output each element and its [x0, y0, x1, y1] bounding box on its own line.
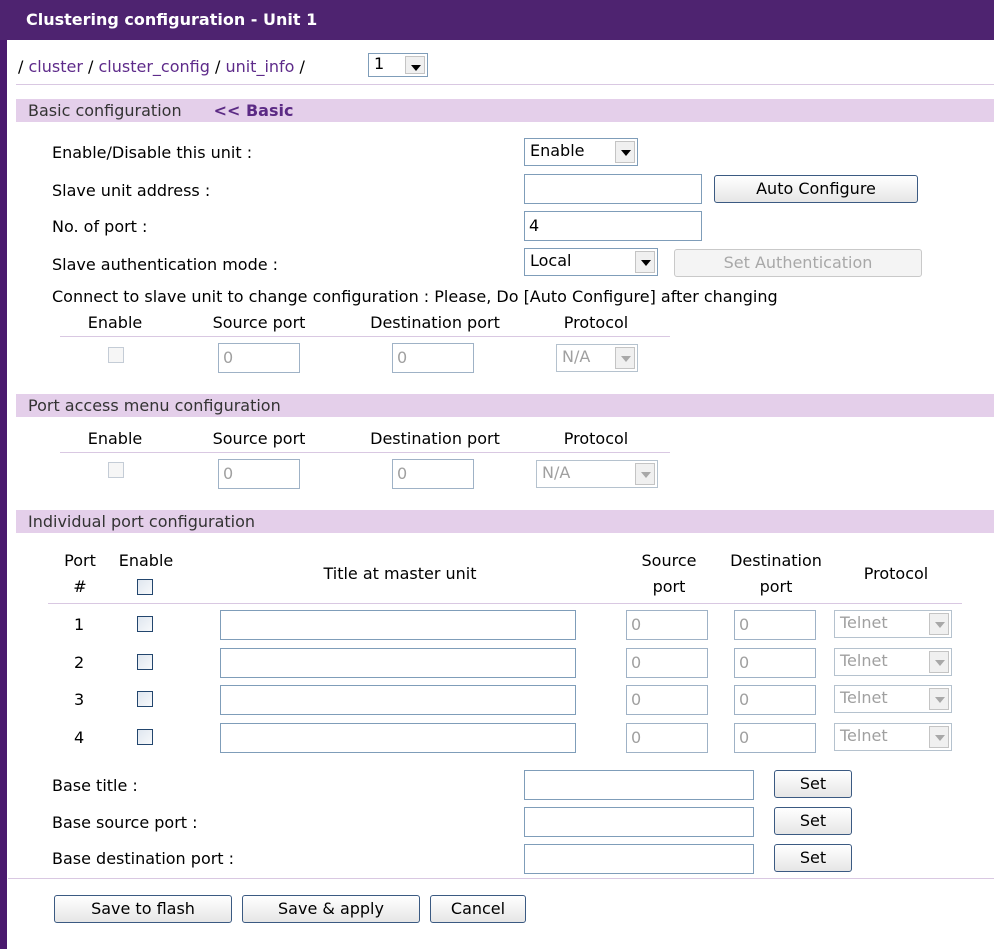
port-protocol-select[interactable]: Telnet: [834, 685, 952, 713]
chevron-down-icon: [929, 651, 949, 673]
set-authentication-button[interactable]: Set Authentication: [674, 249, 922, 277]
divider: [16, 84, 994, 85]
port-protocol-select[interactable]: Telnet: [834, 610, 952, 638]
col-destination-port: Destination port: [370, 313, 500, 332]
col-source-port: port: [652, 577, 686, 596]
port-destination-input[interactable]: 0: [734, 723, 816, 753]
section-port-access-menu: Port access menu configuration: [16, 394, 994, 417]
slave-address-label: Slave unit address :: [52, 181, 211, 200]
divider: [48, 603, 962, 604]
col-enable: Enable: [118, 551, 174, 570]
auto-configure-button[interactable]: Auto Configure: [714, 175, 918, 203]
auth-mode-label: Slave authentication mode :: [52, 255, 279, 274]
enable-unit-label: Enable/Disable this unit :: [52, 143, 253, 162]
base-destination-port-input[interactable]: [524, 844, 754, 874]
chevron-down-icon: [615, 347, 635, 369]
port-protocol-select[interactable]: Telnet: [834, 723, 952, 751]
chevron-down-icon: [615, 141, 635, 163]
chevron-down-icon: [405, 56, 425, 74]
connect-note: Connect to slave unit to change configur…: [52, 287, 778, 306]
section-basic-configuration: Basic configuration << Basic: [16, 99, 994, 122]
col-source: Source: [641, 551, 697, 570]
save-and-apply-button[interactable]: Save & apply: [242, 895, 420, 923]
col-protocol: Protocol: [563, 429, 629, 448]
chevron-down-icon: [929, 613, 949, 635]
chevron-down-icon: [929, 726, 949, 748]
col-destination-port: port: [759, 577, 793, 596]
port-source-input[interactable]: 0: [626, 648, 708, 678]
chevron-down-icon: [635, 251, 655, 273]
breadcrumb-unit-info[interactable]: unit_info: [225, 57, 294, 76]
col-destination: Destination: [730, 551, 822, 570]
port-source-input[interactable]: 0: [626, 685, 708, 715]
access-enable-checkbox[interactable]: [108, 462, 124, 478]
base-source-port-set-button[interactable]: Set: [774, 807, 852, 835]
port-number: 3: [74, 690, 85, 709]
port-source-input[interactable]: 0: [626, 723, 708, 753]
access-destination-port-input[interactable]: 0: [392, 459, 474, 489]
enable-all-checkbox[interactable]: [137, 579, 153, 595]
access-source-port-input[interactable]: 0: [218, 459, 300, 489]
save-to-flash-button[interactable]: Save to flash: [54, 895, 232, 923]
col-protocol: Protocol: [863, 564, 929, 583]
page-title: Clustering configuration - Unit 1: [0, 0, 994, 40]
port-protocol-select[interactable]: Telnet: [834, 648, 952, 676]
col-title-at-master: Title at master unit: [323, 564, 477, 583]
base-title-label: Base title :: [52, 776, 138, 795]
enable-unit-select[interactable]: Enable: [524, 138, 638, 166]
base-destination-port-set-button[interactable]: Set: [774, 844, 852, 872]
col-source-port: Source port: [212, 429, 306, 448]
auth-mode-select[interactable]: Local: [524, 248, 658, 276]
port-number: 1: [74, 615, 85, 634]
col-protocol: Protocol: [563, 313, 629, 332]
base-destination-port-label: Base destination port :: [52, 849, 235, 868]
divider: [60, 336, 670, 337]
slave-address-input[interactable]: [524, 174, 702, 204]
chevron-down-icon: [635, 463, 655, 485]
section-individual-port: Individual port configuration: [16, 510, 994, 533]
connect-enable-checkbox[interactable]: [108, 347, 124, 363]
port-title-input[interactable]: [220, 610, 576, 640]
port-destination-input[interactable]: 0: [734, 685, 816, 715]
connect-destination-port-input[interactable]: 0: [392, 343, 474, 373]
port-number: 2: [74, 653, 85, 672]
port-count-label: No. of port :: [52, 217, 148, 236]
port-count-input[interactable]: 4: [524, 211, 702, 241]
col-enable: Enable: [87, 429, 143, 448]
port-source-input[interactable]: 0: [626, 610, 708, 640]
base-title-input[interactable]: [524, 770, 754, 800]
base-title-set-button[interactable]: Set: [774, 770, 852, 798]
breadcrumb-cluster-config[interactable]: cluster_config: [98, 57, 209, 76]
port-title-input[interactable]: [220, 723, 576, 753]
unit-select[interactable]: 1: [368, 53, 428, 77]
col-enable: Enable: [87, 313, 143, 332]
col-source-port: Source port: [212, 313, 306, 332]
breadcrumb-cluster[interactable]: cluster: [28, 57, 82, 76]
cancel-button[interactable]: Cancel: [430, 895, 526, 923]
port-title-input[interactable]: [220, 685, 576, 715]
col-destination-port: Destination port: [370, 429, 500, 448]
port-destination-input[interactable]: 0: [734, 648, 816, 678]
base-source-port-label: Base source port :: [52, 813, 198, 832]
port-enable-checkbox[interactable]: [137, 729, 153, 745]
port-destination-input[interactable]: 0: [734, 610, 816, 640]
port-enable-checkbox[interactable]: [137, 654, 153, 670]
breadcrumb: / cluster / cluster_config / unit_info /: [18, 57, 305, 76]
chevron-down-icon: [929, 688, 949, 710]
divider: [60, 452, 670, 453]
connect-source-port-input[interactable]: 0: [218, 343, 300, 373]
col-port: Port: [64, 551, 96, 570]
port-title-input[interactable]: [220, 648, 576, 678]
base-source-port-input[interactable]: [524, 807, 754, 837]
port-enable-checkbox[interactable]: [137, 691, 153, 707]
access-protocol-select[interactable]: N/A: [536, 460, 658, 488]
port-enable-checkbox[interactable]: [137, 616, 153, 632]
col-port-hash: #: [73, 577, 87, 596]
basic-link[interactable]: << Basic: [214, 101, 294, 120]
connect-protocol-select[interactable]: N/A: [556, 344, 638, 372]
port-number: 4: [74, 728, 85, 747]
divider: [8, 878, 994, 879]
